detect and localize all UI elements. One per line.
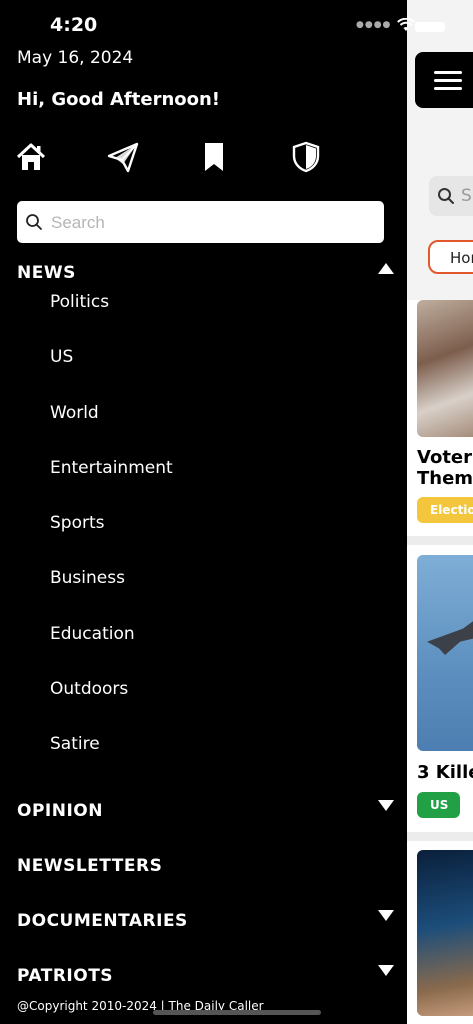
send-icon[interactable] — [106, 140, 140, 174]
article-image[interactable] — [417, 555, 473, 751]
airplane-graphic — [427, 611, 473, 655]
background-app: S Hor Voters Them Election 3 Killed US — [407, 0, 473, 1024]
current-date: May 16, 2024 — [17, 48, 134, 68]
drawer-search-field[interactable] — [17, 201, 384, 243]
collapse-arrow-icon[interactable] — [378, 263, 394, 274]
article-image[interactable] — [417, 850, 473, 1016]
section-documentaries[interactable]: DOCUMENTARIES — [17, 911, 188, 931]
status-time: 4:20 — [50, 14, 98, 36]
background-search-field[interactable]: S — [429, 176, 473, 216]
nav-item-politics[interactable]: Politics — [50, 292, 109, 312]
shield-icon[interactable] — [289, 140, 323, 174]
section-patriots[interactable]: PATRIOTS — [17, 966, 113, 986]
nav-item-satire[interactable]: Satire — [50, 734, 100, 754]
category-tag[interactable]: Election — [417, 497, 473, 523]
section-newsletters[interactable]: NEWSLETTERS — [17, 856, 162, 876]
expand-arrow-icon[interactable] — [378, 910, 394, 921]
divider — [407, 536, 473, 545]
article-image[interactable] — [417, 300, 473, 437]
expand-arrow-icon[interactable] — [378, 965, 394, 976]
tab-home-label: Hor — [450, 249, 473, 267]
bookmark-icon[interactable] — [197, 140, 231, 174]
expand-arrow-icon[interactable] — [378, 800, 394, 811]
wifi-icon — [397, 18, 416, 31]
nav-item-sports[interactable]: Sports — [50, 513, 105, 533]
article-title-line: Voters — [417, 447, 473, 468]
divider — [407, 832, 473, 841]
background-header: S Hor — [407, 0, 473, 300]
background-search-placeholder: S — [461, 186, 472, 206]
nav-item-entertainment[interactable]: Entertainment — [50, 458, 173, 478]
nav-item-outdoors[interactable]: Outdoors — [50, 679, 128, 699]
article-title[interactable]: 3 Killed — [417, 762, 473, 783]
search-icon — [26, 214, 42, 230]
search-icon — [438, 188, 454, 204]
home-indicator[interactable] — [153, 1010, 321, 1015]
hamburger-menu-button[interactable] — [415, 52, 473, 108]
section-opinion[interactable]: OPINION — [17, 801, 103, 821]
search-input[interactable] — [49, 207, 373, 239]
article-title[interactable]: Voters Them — [417, 447, 473, 489]
tab-home[interactable]: Hor — [428, 240, 473, 274]
status-icons: ●●●● — [356, 18, 416, 32]
navigation-drawer: 4:20 ●●●● May 16, 2024 Hi, Good Afternoo… — [0, 0, 416, 1024]
article-title-line: Them — [417, 468, 473, 489]
nav-item-world[interactable]: World — [50, 403, 99, 423]
section-news[interactable]: NEWS — [17, 263, 76, 283]
battery-icon — [415, 22, 445, 32]
home-icon[interactable] — [14, 140, 48, 174]
greeting: Hi, Good Afternoon! — [17, 89, 221, 110]
signal-dots-icon: ●●●● — [356, 20, 392, 30]
nav-item-education[interactable]: Education — [50, 624, 135, 644]
nav-item-us[interactable]: US — [50, 347, 73, 367]
category-tag[interactable]: US — [417, 792, 460, 818]
nav-item-business[interactable]: Business — [50, 568, 125, 588]
